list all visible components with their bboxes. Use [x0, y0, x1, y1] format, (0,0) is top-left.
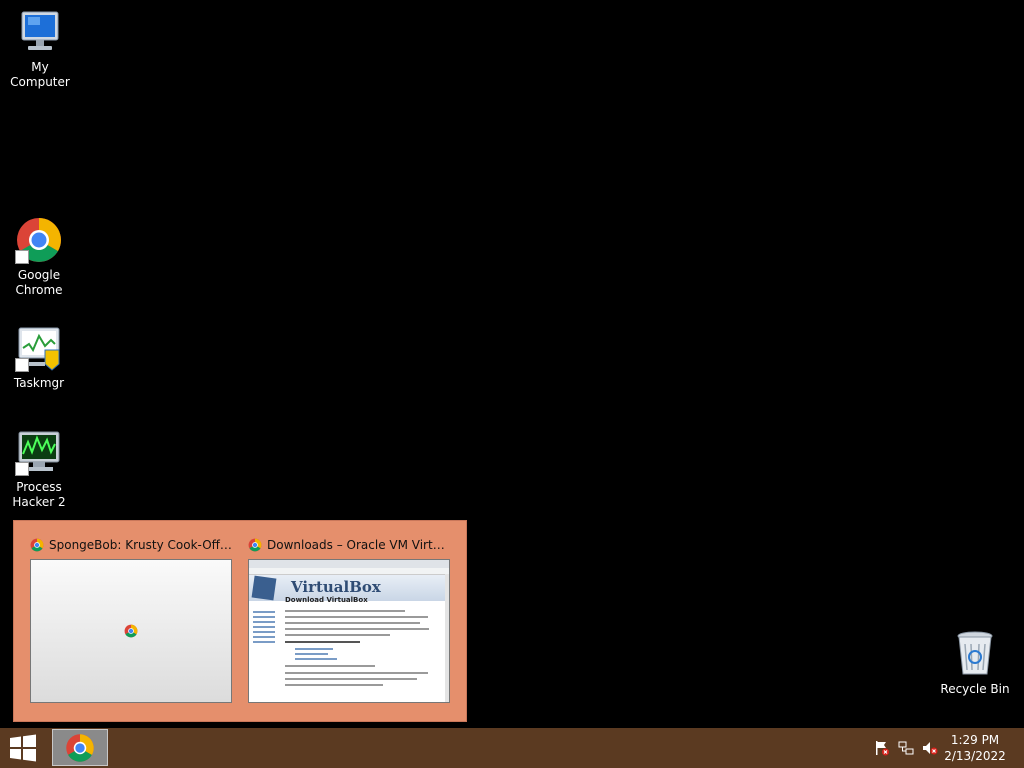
window-thumbnail-virtualbox[interactable]: Downloads – Oracle VM Virtual... Virtual… — [248, 535, 452, 703]
clock-date: 2/13/2022 — [944, 749, 1006, 763]
chrome-icon — [248, 538, 262, 552]
clock-time: 1:29 PM — [950, 733, 1000, 747]
taskmgr-icon — [15, 324, 63, 372]
desktop-icon-my-computer[interactable]: My Computer — [0, 8, 80, 90]
vbox-sidebar — [253, 608, 275, 646]
vbox-heading: Download VirtualBox — [285, 596, 368, 604]
chrome-icon — [66, 734, 94, 762]
desktop-icon-label: Process Hacker 2 — [12, 480, 66, 509]
windows-logo-icon — [10, 734, 36, 762]
desktop-icon-label: My Computer — [10, 60, 70, 89]
thumbnail-title-text: SpongeBob: Krusty Cook-Off H... — [49, 538, 234, 552]
virtualbox-brand: VirtualBox — [291, 578, 381, 596]
vbox-body-text — [285, 606, 435, 690]
browser-addressbar — [249, 568, 449, 575]
thumbnail-title: SpongeBob: Krusty Cook-Off H... — [30, 535, 234, 555]
shortcut-arrow-icon — [15, 462, 29, 476]
computer-icon — [16, 8, 64, 56]
chrome-icon — [15, 216, 63, 264]
desktop-icon-taskmgr[interactable]: Taskmgr — [0, 324, 79, 391]
thumbnail-image — [30, 559, 232, 703]
thumbnail-image: VirtualBox Download VirtualBox — [248, 559, 450, 703]
desktop-icon-recycle-bin[interactable]: Recycle Bin — [935, 630, 1015, 697]
shortcut-arrow-icon — [15, 250, 29, 264]
desktop-icon-label: Taskmgr — [13, 376, 65, 390]
taskbar-thumbnail-preview: SpongeBob: Krusty Cook-Off H... Download… — [13, 520, 467, 722]
thumbnail-title-text: Downloads – Oracle VM Virtual... — [267, 538, 452, 552]
desktop-icon-google-chrome[interactable]: Google Chrome — [0, 216, 79, 298]
process-hacker-icon — [15, 428, 63, 476]
recycle-bin-icon — [951, 630, 999, 678]
desktop-icon-process-hacker[interactable]: Process Hacker 2 — [0, 428, 79, 510]
browser-tabstrip — [249, 560, 449, 568]
start-button[interactable] — [8, 734, 38, 762]
virtualbox-logo-icon — [251, 575, 277, 601]
action-center-flag-icon[interactable] — [874, 740, 890, 756]
volume-muted-icon[interactable] — [922, 740, 938, 756]
thumbnail-title: Downloads – Oracle VM Virtual... — [248, 535, 452, 555]
desktop-icon-label: Recycle Bin — [940, 682, 1010, 696]
taskbar: 1:29 PM 2/13/2022 — [0, 728, 1024, 768]
scrollbar — [445, 574, 449, 702]
chrome-icon — [30, 538, 44, 552]
desktop-icon-label: Google Chrome — [15, 268, 63, 297]
network-icon[interactable] — [898, 740, 914, 756]
chrome-icon — [124, 624, 138, 638]
system-clock[interactable]: 1:29 PM 2/13/2022 — [940, 732, 1010, 764]
shortcut-arrow-icon — [15, 358, 29, 372]
window-thumbnail-spongebob[interactable]: SpongeBob: Krusty Cook-Off H... — [30, 535, 234, 703]
taskbar-chrome-button[interactable] — [52, 729, 108, 766]
